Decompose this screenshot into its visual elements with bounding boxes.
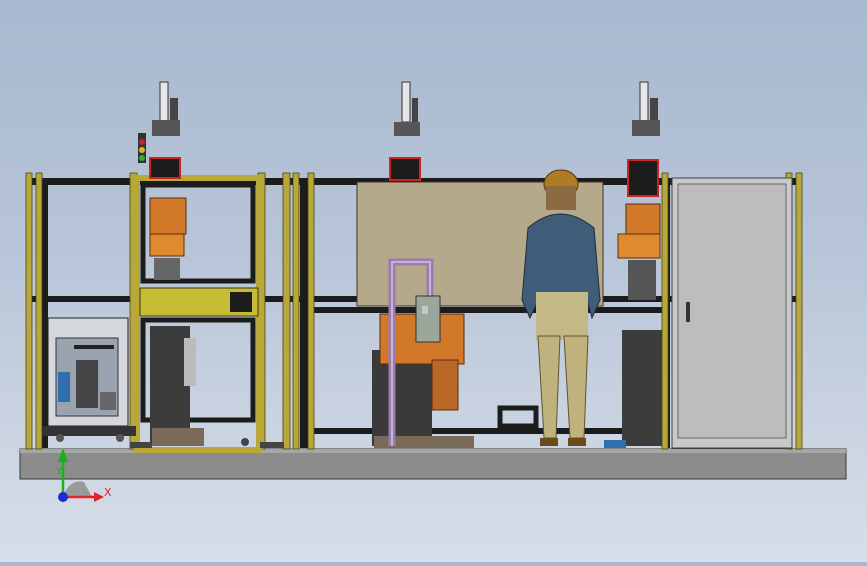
robot-unit-3 <box>604 81 662 448</box>
assembly-drawing: Y X <box>19 81 847 502</box>
cad-viewport[interactable]: Y X <box>0 0 867 562</box>
x-axis-label: X <box>104 486 112 499</box>
conveyor-rail <box>497 405 539 429</box>
x-axis-arrowhead <box>94 492 104 502</box>
robot-unit-1 <box>138 81 204 446</box>
cabinet-right <box>671 177 793 449</box>
base-platform <box>19 448 847 480</box>
z-axis-dot <box>58 492 68 502</box>
electrical-cabinet-left <box>42 317 136 442</box>
y-axis-label: Y <box>55 465 63 478</box>
